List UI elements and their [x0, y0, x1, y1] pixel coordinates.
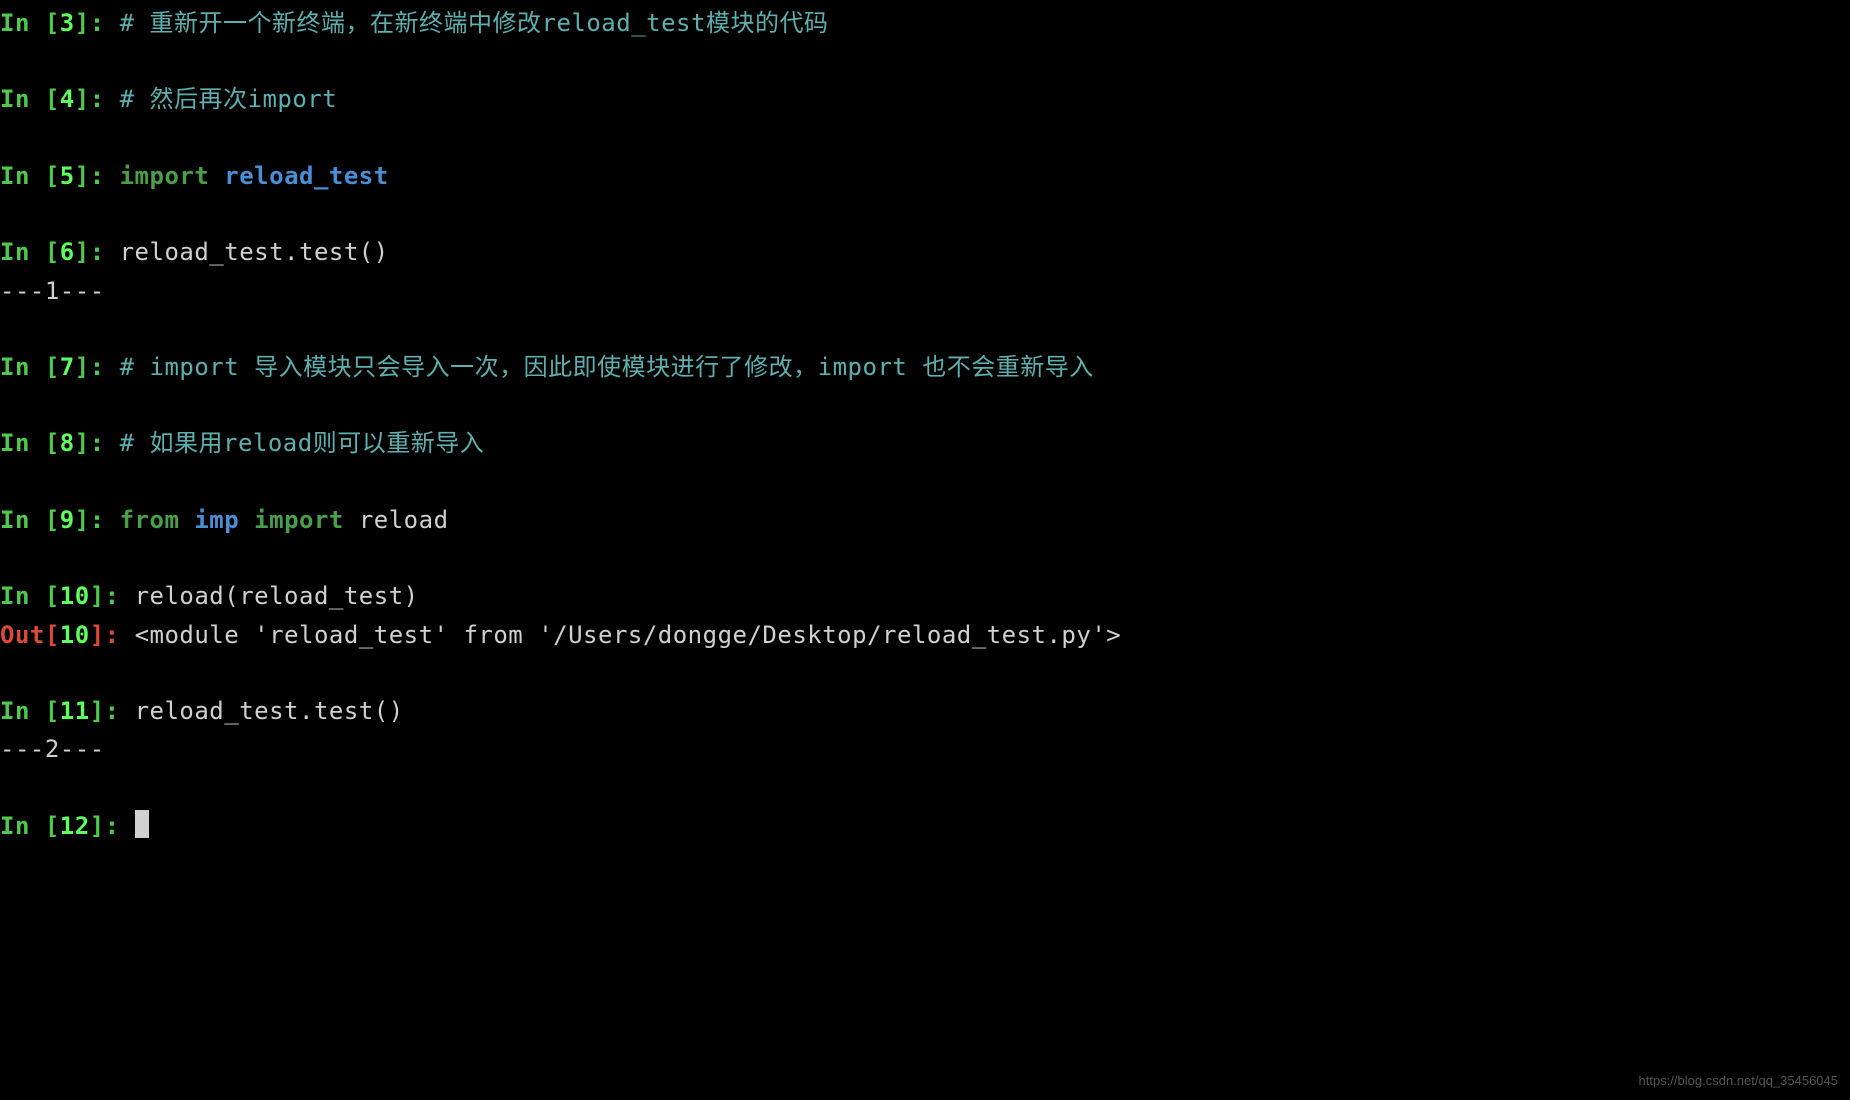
in-prompt-label: In [: [0, 697, 60, 725]
code-token: [239, 506, 254, 534]
in-prompt-label: In [: [0, 85, 60, 113]
input-cell: In [7]: # import 导入模块只会导入一次，因此即使模块进行了修改，…: [0, 348, 1850, 386]
keyword-token: import: [254, 506, 344, 534]
input-cell: In [8]: # 如果用reload则可以重新导入: [0, 424, 1850, 462]
keyword-token: from: [120, 506, 180, 534]
input-cell: In [11]: reload_test.test(): [0, 692, 1850, 730]
cell-number: 10: [60, 582, 90, 610]
cursor[interactable]: [135, 810, 149, 838]
output-line: ---2---: [0, 730, 1850, 768]
input-cell: In [3]: # 重新开一个新终端，在新终端中修改reload_test模块的…: [0, 4, 1850, 42]
output-line: ---1---: [0, 272, 1850, 310]
module-token: imp: [194, 506, 239, 534]
cell-number: 3: [60, 9, 75, 37]
in-prompt-label: In [: [0, 506, 60, 534]
in-prompt-label: In [: [0, 238, 60, 266]
cell-number: 7: [60, 353, 75, 381]
module-token: reload_test: [224, 162, 388, 190]
comment-token: # 然后再次import: [120, 85, 338, 113]
comment-token: # import 导入模块只会导入一次，因此即使模块进行了修改，import 也…: [120, 353, 1094, 381]
input-cell: In [5]: import reload_test: [0, 157, 1850, 195]
in-prompt-label: In [: [0, 582, 60, 610]
blank-line: [0, 310, 1850, 348]
in-prompt-close: ]:: [75, 238, 120, 266]
cell-number: 6: [60, 238, 75, 266]
blank-line: [0, 119, 1850, 157]
cell-number: 9: [60, 506, 75, 534]
code-token: reload_test.test(): [120, 238, 389, 266]
terminal-output[interactable]: In [3]: # 重新开一个新终端，在新终端中修改reload_test模块的…: [0, 0, 1850, 849]
code-token: reload_test.test(): [135, 697, 404, 725]
in-prompt-close: ]:: [90, 697, 135, 725]
input-cell: In [6]: reload_test.test(): [0, 233, 1850, 271]
input-cell: In [4]: # 然后再次import: [0, 80, 1850, 118]
code-token: reload: [344, 506, 449, 534]
in-prompt-close: ]:: [75, 353, 120, 381]
keyword-token: import: [120, 162, 210, 190]
input-cell: In [12]:: [0, 807, 1850, 845]
in-prompt-close: ]:: [75, 162, 120, 190]
blank-line: [0, 463, 1850, 501]
output-cell: Out[10]: <module 'reload_test' from '/Us…: [0, 616, 1850, 654]
in-prompt-label: In [: [0, 429, 60, 457]
code-token: [209, 162, 224, 190]
in-prompt-close: ]:: [75, 506, 120, 534]
blank-line: [0, 539, 1850, 577]
input-cell: In [9]: from imp import reload: [0, 501, 1850, 539]
cell-number: 12: [60, 812, 90, 840]
comment-token: # 如果用reload则可以重新导入: [120, 429, 485, 457]
input-cell: In [10]: reload(reload_test): [0, 577, 1850, 615]
blank-line: [0, 654, 1850, 692]
out-prompt-close: ]:: [90, 621, 135, 649]
blank-line: [0, 42, 1850, 80]
code-token: [179, 506, 194, 534]
cell-number: 4: [60, 85, 75, 113]
blank-line: [0, 195, 1850, 233]
in-prompt-label: In [: [0, 9, 60, 37]
blank-line: [0, 769, 1850, 807]
comment-token: # 重新开一个新终端，在新终端中修改reload_test模块的代码: [120, 9, 829, 37]
cell-number: 5: [60, 162, 75, 190]
cell-number: 8: [60, 429, 75, 457]
in-prompt-close: ]:: [90, 582, 135, 610]
in-prompt-close: ]:: [90, 812, 135, 840]
in-prompt-label: In [: [0, 353, 60, 381]
cell-number: 11: [60, 697, 90, 725]
out-prompt-label: Out[: [0, 621, 60, 649]
code-token: reload(reload_test): [135, 582, 419, 610]
watermark-text: https://blog.csdn.net/qq_35456045: [1639, 1071, 1839, 1092]
in-prompt-close: ]:: [75, 429, 120, 457]
in-prompt-close: ]:: [75, 9, 120, 37]
in-prompt-label: In [: [0, 162, 60, 190]
blank-line: [0, 386, 1850, 424]
in-prompt-close: ]:: [75, 85, 120, 113]
in-prompt-label: In [: [0, 812, 60, 840]
cell-number: 10: [60, 621, 90, 649]
code-token: <module 'reload_test' from '/Users/dongg…: [135, 621, 1122, 649]
